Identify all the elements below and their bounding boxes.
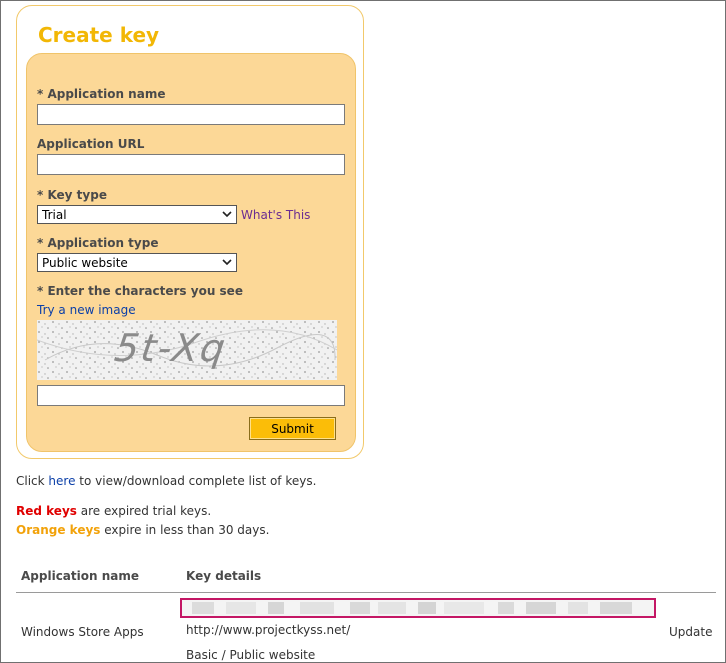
application-type-select[interactable]: Public website (37, 253, 237, 272)
column-header-key-details: Key details (186, 569, 262, 583)
captcha-image: 5t-Xq (37, 320, 337, 380)
submit-button[interactable]: Submit (249, 417, 336, 440)
red-keys-text: are expired trial keys. (76, 504, 212, 518)
click-prefix: Click (16, 474, 49, 488)
application-url-input[interactable] (37, 154, 345, 175)
download-keys-note: Click here to view/download complete lis… (16, 474, 316, 488)
red-keys-legend: Red keys are expired trial keys. (16, 504, 211, 518)
key-type-select[interactable]: Trial (37, 205, 237, 224)
application-type-label: * Application type (37, 236, 159, 250)
panel-title: Create key (38, 23, 160, 47)
application-type-selected: Public website (42, 256, 128, 270)
whats-this-link[interactable]: What's This (241, 208, 310, 222)
red-keys-label: Red keys (16, 504, 77, 518)
chevron-down-icon (222, 211, 232, 218)
orange-keys-text: expire in less than 30 days. (100, 523, 270, 537)
captcha-input[interactable] (37, 385, 345, 406)
application-name-label: * Application name (37, 87, 166, 101)
key-type-label: * Key type (37, 188, 107, 202)
row-application-name: Windows Store Apps (21, 625, 144, 639)
key-redaction-pattern (182, 600, 654, 616)
orange-keys-legend: Orange keys expire in less than 30 days. (16, 523, 269, 537)
row-key-type: Basic / Public website (186, 648, 316, 662)
create-key-panel: Create key * Application name Applicatio… (16, 5, 364, 459)
key-type-selected: Trial (42, 208, 67, 222)
update-link[interactable]: Update (669, 625, 712, 639)
chevron-down-icon (222, 259, 232, 266)
click-suffix: to view/download complete list of keys. (75, 474, 317, 488)
column-header-application-name: Application name (21, 569, 140, 583)
table-divider (16, 592, 716, 593)
captcha-characters: 5t-Xq (111, 326, 230, 370)
create-key-form: * Application name Application URL * Key… (26, 53, 356, 452)
try-new-image-link[interactable]: Try a new image (37, 303, 136, 317)
key-value-field (180, 598, 656, 618)
here-link[interactable]: here (48, 474, 75, 488)
application-name-input[interactable] (37, 104, 345, 125)
orange-keys-label: Orange keys (16, 523, 101, 537)
captcha-label: * Enter the characters you see (37, 284, 243, 298)
row-application-url: http://www.projectkyss.net/ (186, 623, 351, 637)
application-url-label: Application URL (37, 137, 145, 151)
